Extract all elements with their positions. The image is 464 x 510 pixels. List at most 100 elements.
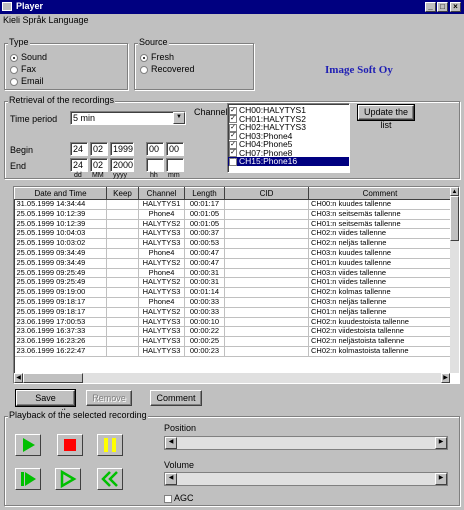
column-header[interactable]: Date and Time — [14, 187, 107, 200]
table-row[interactable]: 25.05.1999 09:25:49 HALYTYS2 00:00:31 CH01:… — [14, 277, 452, 289]
table-row[interactable]: 25.05.1999 09:18:17 HALYTYS2 00:00:33 CH01:… — [14, 307, 452, 318]
table-row[interactable]: 25.05.1999 09:18:17 Phone4 00:00:33 CH03:n … — [14, 297, 452, 308]
table-cell: HALYTYS3 — [138, 238, 185, 249]
column-header[interactable]: Length — [184, 187, 225, 200]
checkbox-icon[interactable]: ✓ — [229, 140, 237, 149]
table-row[interactable]: 31.05.1999 14:34:44 HALYTYS1 00:01:17 CH00:… — [14, 199, 452, 210]
time-period-select[interactable]: 5 min ▼ — [70, 111, 186, 125]
table-cell — [224, 307, 309, 318]
table-cell: 25.05.1999 09:34:49 — [14, 248, 107, 259]
table-cell: HALYTYS3 — [138, 346, 185, 357]
table-row[interactable]: 25.05.1999 09:34:49 HALYTYS2 00:00:47 CH01:… — [14, 258, 452, 269]
scroll-up-icon[interactable]: ▲ — [450, 187, 459, 196]
table-cell — [106, 228, 139, 240]
table-row[interactable]: 25.05.1999 10:03:02 HALYTYS3 00:00:53 CH02:… — [14, 238, 452, 249]
horizontal-scrollbar[interactable]: ◀ ▶ — [14, 373, 450, 383]
vertical-scrollbar[interactable]: ▲ — [450, 187, 459, 373]
stop-button[interactable] — [57, 434, 83, 456]
type-option-email[interactable]: Email — [10, 76, 44, 86]
type-option-sound[interactable]: Sound — [10, 52, 47, 62]
begin-minute-field[interactable]: 00 — [166, 142, 184, 156]
time-period-label: Time period — [10, 114, 58, 124]
table-cell: 00:00:31 — [184, 277, 225, 289]
type-option-fax[interactable]: Fax — [10, 64, 36, 74]
column-header[interactable]: Comment — [308, 187, 452, 200]
chevron-down-icon[interactable]: ▼ — [173, 112, 185, 124]
scroll-left-icon[interactable]: ◀ — [14, 373, 23, 383]
begin-day-field[interactable]: 24 — [70, 142, 88, 156]
end-hour-field[interactable] — [146, 158, 164, 172]
checkbox-icon[interactable]: ✓ — [229, 132, 237, 141]
volume-left-icon[interactable]: ◀ — [165, 473, 177, 485]
table-cell: 31.05.1999 14:34:44 — [14, 199, 107, 210]
table-cell: 25.05.1999 09:25:49 — [14, 277, 107, 289]
source-option-recovered[interactable]: Recovered — [140, 64, 195, 74]
end-year-field[interactable]: 2000 — [110, 158, 134, 172]
table-row[interactable]: 23.06.1999 16:37:33 HALYTYS3 00:00:22 CH02:… — [14, 326, 452, 338]
end-label: End — [10, 161, 27, 171]
maximize-button[interactable]: □ — [437, 2, 448, 12]
play-from-start-button[interactable] — [15, 468, 41, 490]
table-cell — [106, 346, 139, 357]
table-row[interactable]: 25.05.1999 10:12:39 HALYTYS2 00:01:05 CH01:… — [14, 219, 452, 230]
begin-hour-field[interactable]: 00 — [146, 142, 164, 156]
play-button[interactable] — [15, 434, 41, 456]
minimize-button[interactable]: _ — [425, 2, 436, 12]
begin-year-field[interactable]: 1999 — [110, 142, 134, 156]
scroll-thumb-horizontal[interactable] — [23, 373, 83, 383]
column-header[interactable]: Channel — [138, 187, 185, 200]
position-right-icon[interactable]: ▶ — [435, 437, 447, 449]
table-row[interactable]: 25.05.1999 09:19:00 HALYTYS3 00:01:14 CH02:… — [14, 287, 452, 298]
agc-checkbox[interactable]: AGC — [164, 493, 194, 503]
scroll-right-icon[interactable]: ▶ — [441, 373, 450, 383]
column-header[interactable]: CID — [224, 187, 309, 200]
checkbox-icon[interactable]: ✓ — [229, 106, 237, 115]
end-minute-field[interactable] — [166, 158, 184, 172]
close-button[interactable]: × — [450, 2, 461, 12]
end-day-field[interactable]: 24 — [70, 158, 88, 172]
table-cell: HALYTYS2 — [138, 258, 185, 269]
scroll-thumb[interactable] — [450, 196, 459, 241]
source-option-fresh[interactable]: Fresh — [140, 52, 174, 62]
checkbox-icon[interactable]: ✓ — [229, 115, 237, 124]
play-from-start-icon — [21, 472, 36, 486]
table-row[interactable]: 25.05.1999 09:34:49 Phone4 00:00:47 CH03:n … — [14, 248, 452, 259]
end-month-field[interactable]: 02 — [90, 158, 108, 172]
table-cell: 23.06.1999 16:23:26 — [14, 336, 107, 347]
begin-label: Begin — [10, 145, 34, 155]
table-row[interactable]: 23.06.1999 17:00:53 HALYTYS3 00:00:10 CH02:… — [14, 317, 452, 328]
channel-label: CH15:Phone16 — [239, 156, 298, 166]
table-row[interactable]: 23.06.1999 16:22:47 HALYTYS3 00:00:23 CH02:… — [14, 346, 452, 357]
update-list-button[interactable]: Update the list — [357, 104, 415, 130]
table-row[interactable]: 23.06.1999 16:23:26 HALYTYS3 00:00:25 CH02:… — [14, 336, 452, 347]
column-header[interactable]: Keep — [106, 187, 139, 200]
recordings-table[interactable]: Date and Time Keep Channel Length CID Comment… — [13, 186, 460, 384]
volume-slider[interactable]: ◀ ▶ — [164, 472, 448, 486]
checkbox-icon[interactable]: ✓ — [229, 149, 237, 158]
pause-button[interactable] — [97, 434, 123, 456]
table-cell — [106, 258, 139, 269]
channel-item[interactable]: ✓ CH15:Phone16 — [228, 157, 349, 166]
save-permanently-button[interactable]: Save permanently — [15, 389, 76, 417]
table-row[interactable]: 25.05.1999 10:12:39 Phone4 00:01:05 CH03:n … — [14, 209, 452, 220]
table-row[interactable]: 25.05.1999 10:04:03 HALYTYS3 00:00:37 CH02:… — [14, 228, 452, 240]
menu-language[interactable]: Kieli Språk Language — [3, 15, 89, 25]
checkbox-icon[interactable]: ✓ — [229, 157, 237, 166]
remove-button[interactable]: Remove — [86, 390, 132, 406]
table-row[interactable]: 25.05.1999 09:25:49 Phone4 00:00:31 CH03:n … — [14, 268, 452, 279]
playback-group-label: Playback of the selected recording — [8, 410, 148, 420]
forward-button[interactable] — [55, 468, 81, 490]
table-cell: CH03:n neljäs tallenne — [308, 297, 452, 308]
begin-month-field[interactable]: 02 — [90, 142, 108, 156]
volume-right-icon[interactable]: ▶ — [435, 473, 447, 485]
checkbox-icon[interactable]: ✓ — [229, 123, 237, 132]
comment-button[interactable]: Comment — [150, 390, 202, 406]
position-left-icon[interactable]: ◀ — [165, 437, 177, 449]
channels-list[interactable]: ✓ CH00:HALYTYS1 ✓ CH01:HALYTYS2 ✓ CH02:HALYTY… — [227, 103, 350, 173]
table-cell: CH03:n seitsemäs tallenne — [308, 209, 452, 220]
position-slider[interactable]: ◀ ▶ — [164, 436, 448, 450]
rewind-button[interactable] — [97, 468, 123, 490]
table-cell: CH02:n neljästoista tallenne — [308, 336, 452, 347]
rewind-icon — [101, 471, 118, 487]
table-cell: 00:00:47 — [184, 258, 225, 269]
